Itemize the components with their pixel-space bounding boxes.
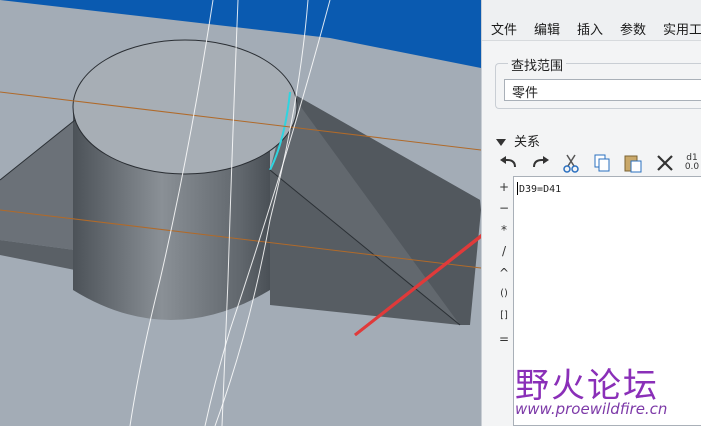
delete-icon[interactable] xyxy=(654,152,676,174)
undo-icon[interactable] xyxy=(498,152,520,174)
operator-multiply[interactable]: * xyxy=(496,223,512,237)
units-icon[interactable]: d1 0.0 xyxy=(682,152,701,174)
operator-power[interactable]: ^ xyxy=(496,266,512,280)
cylinder-top-face xyxy=(72,39,298,175)
paste-icon[interactable] xyxy=(622,152,644,174)
text-caret xyxy=(517,182,518,195)
redo-icon[interactable] xyxy=(529,152,551,174)
operator-equals[interactable]: = xyxy=(496,332,512,346)
find-scope-select[interactable]: 零件 xyxy=(504,79,701,101)
find-scope-title: 查找范围 xyxy=(508,55,567,74)
cut-icon[interactable] xyxy=(560,152,582,174)
operator-minus[interactable]: − xyxy=(496,201,512,215)
operator-plus[interactable]: + xyxy=(496,180,512,194)
relations-header-label: 关系 xyxy=(514,135,541,150)
operator-brackets[interactable]: [] xyxy=(496,310,512,321)
menu-utilities[interactable]: 实用工 xyxy=(663,19,701,38)
menu-bar: 文件 编辑 插入 参数 实用工 xyxy=(482,0,701,41)
menu-file[interactable]: 文件 xyxy=(491,19,517,38)
copy-icon[interactable] xyxy=(591,152,613,174)
menu-insert[interactable]: 插入 xyxy=(577,19,603,38)
relations-section-header[interactable]: 关系 xyxy=(496,131,540,150)
watermark-url: www.proewildfire.cn xyxy=(515,400,668,418)
menu-edit[interactable]: 编辑 xyxy=(534,19,560,38)
relation-line[interactable]: D39=D41 xyxy=(519,184,561,195)
menu-parameters[interactable]: 参数 xyxy=(620,19,646,38)
units-label-bottom: 0.0 xyxy=(684,162,700,172)
operator-parentheses[interactable]: () xyxy=(496,288,512,299)
collapse-triangle-icon[interactable] xyxy=(496,139,506,146)
operator-divide[interactable]: / xyxy=(496,244,512,258)
